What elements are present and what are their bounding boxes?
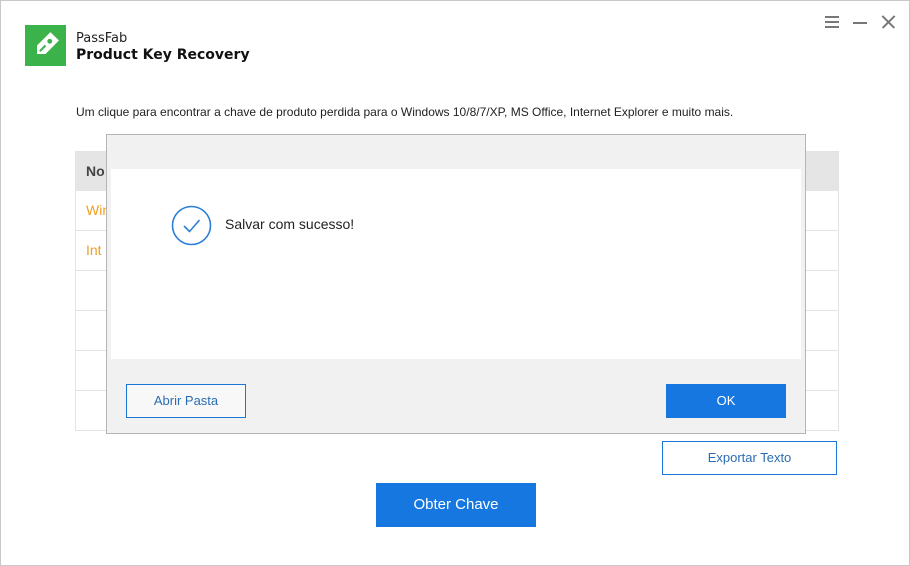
menu-icon[interactable] xyxy=(823,13,841,31)
tagline: Um clique para encontrar a chave de prod… xyxy=(76,105,734,119)
ok-button[interactable]: OK xyxy=(666,384,786,418)
success-message: Salvar com sucesso! xyxy=(225,216,355,232)
minimize-icon[interactable] xyxy=(851,13,869,31)
open-folder-button[interactable]: Abrir Pasta xyxy=(126,384,246,418)
brand-block: PassFab Product Key Recovery xyxy=(76,30,250,64)
window-controls xyxy=(823,13,897,31)
key-tag-icon xyxy=(25,25,66,66)
success-dialog: Salvar com sucesso! Abrir Pasta OK xyxy=(106,134,806,434)
close-icon[interactable] xyxy=(879,13,897,31)
brand-name: PassFab xyxy=(76,31,128,46)
product-name: Product Key Recovery xyxy=(76,47,250,63)
app-window: PassFab Product Key Recovery Um clique p… xyxy=(0,0,910,566)
dialog-body: Salvar com sucesso! xyxy=(111,169,801,359)
check-circle-icon xyxy=(171,205,212,246)
obtain-key-button[interactable]: Obter Chave xyxy=(376,483,536,527)
export-text-button[interactable]: Exportar Texto xyxy=(662,441,837,475)
